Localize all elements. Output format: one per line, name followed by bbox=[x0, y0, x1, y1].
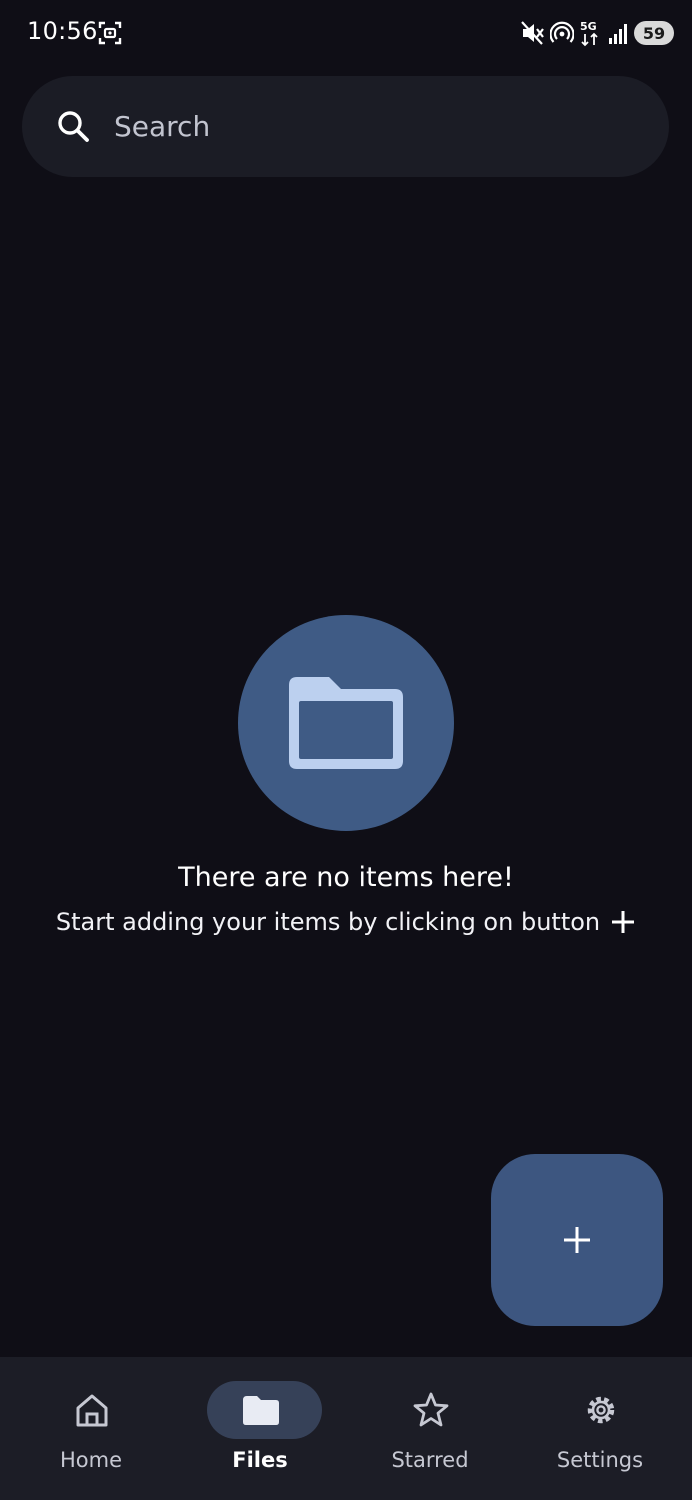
empty-state-subtitle-row: Start adding your items by clicking on b… bbox=[0, 908, 692, 936]
signal-icon bbox=[609, 24, 627, 44]
nav-item-files[interactable]: Files bbox=[175, 1357, 345, 1500]
search-icon[interactable] bbox=[56, 109, 92, 145]
bottom-navigation: Home Files Starred Settings bbox=[0, 1357, 692, 1500]
add-item-button[interactable] bbox=[491, 1154, 663, 1326]
nav-label-home: Home bbox=[59, 1448, 122, 1472]
status-icons: 5G 59 bbox=[520, 18, 674, 48]
nav-label-settings: Settings bbox=[556, 1448, 644, 1472]
nav-item-settings[interactable]: Settings bbox=[515, 1357, 685, 1500]
nav-label-files: Files bbox=[232, 1448, 288, 1472]
status-time: 10:56 bbox=[27, 17, 98, 45]
star-icon bbox=[413, 1392, 449, 1427]
folder-icon bbox=[243, 1396, 279, 1425]
empty-state-subtitle: Start adding your items by clicking on b… bbox=[55, 908, 601, 936]
home-icon bbox=[76, 1394, 108, 1427]
nav-label-starred: Starred bbox=[391, 1448, 469, 1472]
network-5g-icon: 5G bbox=[580, 20, 598, 47]
search-input[interactable] bbox=[114, 76, 634, 177]
nav-item-starred[interactable]: Starred bbox=[345, 1357, 515, 1500]
gear-icon bbox=[587, 1396, 615, 1424]
plus-icon bbox=[612, 911, 635, 933]
mute-icon bbox=[521, 21, 544, 45]
empty-state-illustration bbox=[238, 615, 454, 831]
search-bar[interactable] bbox=[22, 76, 669, 177]
plus-icon bbox=[564, 1227, 590, 1253]
status-bar: 10:56 5G 59 bbox=[0, 0, 692, 66]
hotspot-icon bbox=[550, 21, 574, 43]
battery-indicator: 59 bbox=[634, 21, 674, 45]
svg-text:5G: 5G bbox=[580, 20, 597, 33]
folder-icon bbox=[289, 677, 403, 769]
nav-item-home[interactable]: Home bbox=[6, 1357, 176, 1500]
screen-recording-icon bbox=[98, 21, 122, 45]
empty-state-title: There are no items here! bbox=[178, 862, 514, 893]
